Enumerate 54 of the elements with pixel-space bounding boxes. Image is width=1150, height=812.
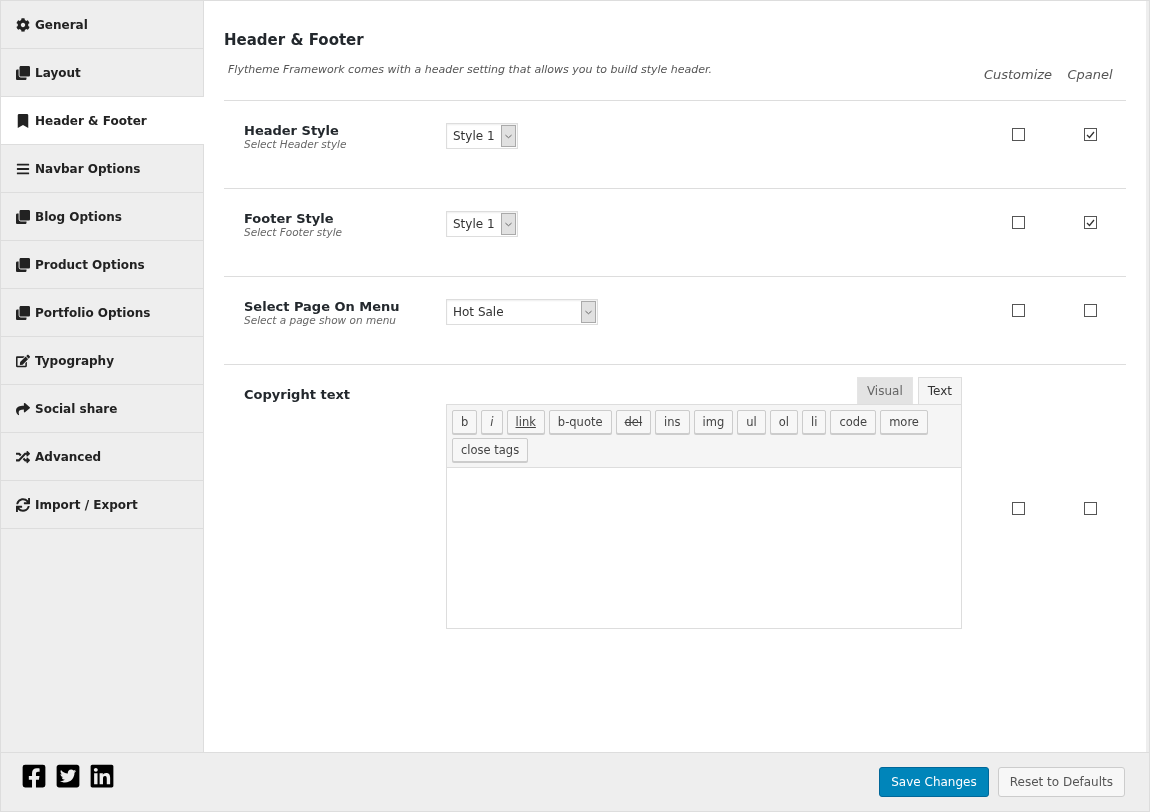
checkbox[interactable]: [1083, 128, 1097, 141]
column-heading: Cpanel: [1066, 67, 1114, 82]
format-button[interactable]: img: [693, 410, 734, 434]
copy-icon: [16, 65, 30, 80]
edit-icon: [16, 353, 30, 368]
checkbox[interactable]: [1011, 128, 1025, 141]
copy-icon: [16, 257, 30, 272]
format-button[interactable]: link: [506, 410, 545, 434]
option-hint: Select Header style: [244, 138, 347, 150]
section-title: Header & Footer: [224, 31, 364, 49]
reset-button[interactable]: Reset to Defaults: [997, 767, 1125, 797]
share-arrow-icon: [16, 401, 30, 416]
format-button[interactable]: ul: [737, 410, 766, 434]
save-button[interactable]: Save Changes: [879, 767, 989, 797]
menu-icon: [16, 161, 30, 176]
settings-icon: [16, 17, 30, 32]
linkedin-icon[interactable]: [89, 763, 115, 789]
twitter-icon[interactable]: [55, 763, 81, 789]
checkbox[interactable]: [1083, 304, 1097, 317]
shuffle-icon: [16, 449, 30, 464]
column-heading: Customize: [982, 67, 1054, 82]
format-button[interactable]: ins: [655, 410, 690, 434]
checkbox[interactable]: [1011, 501, 1025, 515]
option-hint: Select a page show on menu: [244, 314, 396, 326]
checkbox[interactable]: [1011, 304, 1025, 317]
select-field[interactable]: Style 1: [446, 123, 518, 149]
refresh-icon: [16, 497, 30, 512]
section-description: Flytheme Framework comes with a header setting that allows you to build style header.: [228, 63, 714, 76]
option-hint: Select Footer style: [244, 226, 343, 238]
format-button[interactable]: b-quote: [548, 410, 612, 434]
option-label: Copyright text: [244, 387, 351, 402]
format-button[interactable]: i: [481, 410, 503, 434]
option-label: Select Page On Menu: [244, 299, 400, 314]
bookmark-icon: [16, 113, 30, 128]
format-button[interactable]: code: [830, 410, 877, 434]
format-button[interactable]: close tags: [452, 438, 529, 462]
format-button[interactable]: li: [802, 410, 827, 434]
format-button[interactable]: more: [880, 410, 928, 434]
editor-tab[interactable]: Visual: [856, 377, 913, 404]
select-field[interactable]: Hot Sale: [446, 299, 598, 325]
option-label: Header Style: [244, 123, 339, 138]
checkbox[interactable]: [1083, 216, 1097, 229]
facebook-icon[interactable]: [21, 763, 47, 789]
checkbox[interactable]: [1083, 501, 1097, 515]
copy-icon: [16, 305, 30, 320]
checkbox[interactable]: [1011, 216, 1025, 229]
option-label: Footer Style: [244, 211, 334, 226]
editor-tab[interactable]: Text: [917, 377, 962, 404]
sidebar-item[interactable]: Header & Footer: [1, 97, 204, 145]
format-button[interactable]: b: [452, 410, 478, 434]
format-button[interactable]: del: [615, 410, 652, 434]
format-button[interactable]: ol: [769, 410, 798, 434]
copy-icon: [16, 209, 30, 224]
select-field[interactable]: Style 1: [446, 211, 518, 237]
